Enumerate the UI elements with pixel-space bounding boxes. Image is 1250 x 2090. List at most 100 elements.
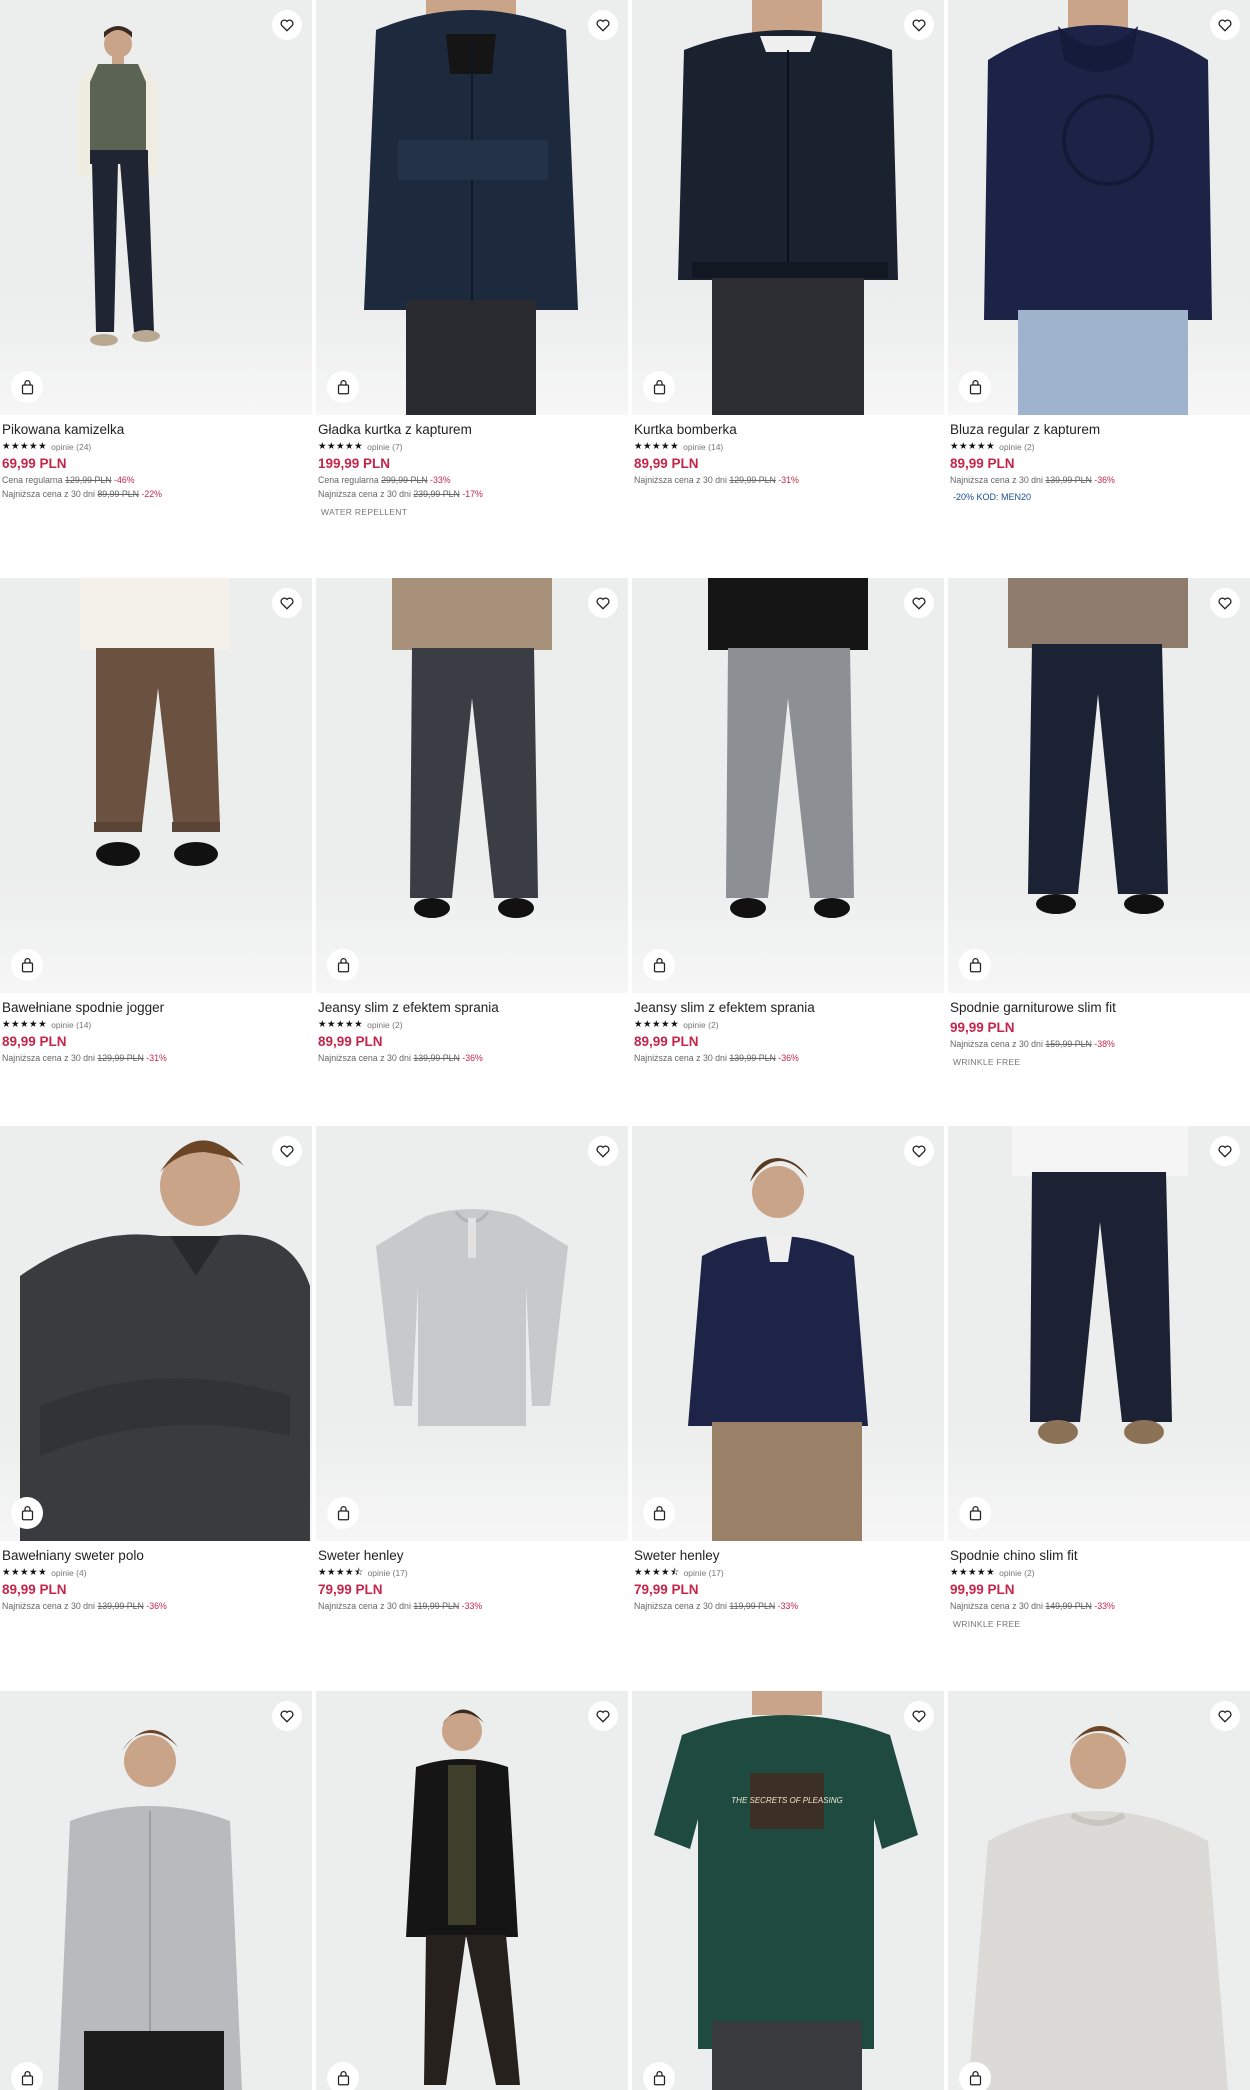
add-to-cart-button[interactable] (11, 2062, 43, 2090)
product-photo[interactable] (0, 1126, 312, 1541)
product-card[interactable]: Bluza regular z kapturem ★★★★★ opinie (2)… (948, 0, 1250, 502)
add-to-wishlist-button[interactable] (588, 1701, 618, 1731)
product-card[interactable]: Gładka kurtka z kapturem ★★★★★ opinie (7)… (316, 0, 628, 517)
add-to-cart-button[interactable] (643, 2062, 675, 2090)
current-price: 79,99 PLN (318, 1582, 383, 1597)
product-photo[interactable] (316, 1126, 628, 1541)
add-to-cart-button[interactable] (11, 949, 43, 981)
product-name[interactable]: Sweter henley (318, 1548, 626, 1564)
add-to-wishlist-button[interactable] (904, 10, 934, 40)
product-photo[interactable] (316, 578, 628, 993)
product-card[interactable]: Jeansy slim z efektem sprania ★★★★★ opini… (632, 578, 944, 1064)
product-card[interactable]: Kurtka bomberka ★★★★★ opinie (14) 89,99 P… (632, 0, 944, 486)
product-name[interactable]: Bawełniane spodnie jogger (2, 1000, 310, 1016)
add-to-cart-button[interactable] (643, 1497, 675, 1529)
add-to-cart-button[interactable] (959, 371, 991, 403)
product-name[interactable]: Spodnie chino slim fit (950, 1548, 1248, 1564)
heart-icon (596, 1710, 610, 1723)
product-name[interactable]: Gładka kurtka z kapturem (318, 422, 626, 438)
product-card[interactable]: Bawełniane spodnie jogger ★★★★★ opinie (1… (0, 578, 312, 1064)
product-name[interactable]: Spodnie garniturowe slim fit (950, 1000, 1248, 1016)
review-count[interactable]: opinie (7) (367, 442, 402, 452)
product-photo[interactable] (0, 0, 312, 415)
review-count[interactable]: opinie (24) (51, 442, 91, 452)
product-photo[interactable] (316, 0, 628, 415)
add-to-cart-button[interactable] (327, 371, 359, 403)
henley-sweater-model-image (688, 1158, 868, 1541)
product-card[interactable] (0, 1691, 312, 2090)
add-to-cart-button[interactable] (959, 949, 991, 981)
add-to-wishlist-button[interactable] (1210, 588, 1240, 618)
review-count[interactable]: opinie (17) (684, 1568, 724, 1578)
product-name[interactable]: Jeansy slim z efektem sprania (318, 1000, 626, 1016)
review-count[interactable]: opinie (14) (51, 1020, 91, 1030)
product-name[interactable]: Bluza regular z kapturem (950, 422, 1248, 438)
add-to-cart-button[interactable] (959, 1497, 991, 1529)
review-count[interactable]: opinie (17) (368, 1568, 408, 1578)
product-photo[interactable] (632, 0, 944, 415)
review-count[interactable]: opinie (4) (51, 1568, 86, 1578)
add-to-wishlist-button[interactable] (272, 1136, 302, 1166)
suit-pants-image (1008, 578, 1188, 914)
add-to-wishlist-button[interactable] (1210, 10, 1240, 40)
product-photo[interactable] (0, 578, 312, 993)
product-photo[interactable] (316, 1691, 628, 2090)
add-to-cart-button[interactable] (327, 949, 359, 981)
lowest-price-line: Najniższa cena z 30 dni 119,99 PLN -33% (318, 1601, 483, 1611)
review-count[interactable]: opinie (2) (999, 1568, 1034, 1578)
product-card[interactable]: Spodnie garniturowe slim fit 99,99 PLN N… (948, 578, 1250, 1067)
product-photo[interactable] (632, 578, 944, 993)
product-photo[interactable]: THE SECRETS OF PLEASING (632, 1691, 944, 2090)
product-photo[interactable] (632, 1126, 944, 1541)
add-to-wishlist-button[interactable] (588, 1136, 618, 1166)
review-count[interactable]: opinie (14) (683, 442, 723, 452)
product-card[interactable]: Pikowana kamizelka ★★★★★ opinie (24) 69,9… (0, 0, 312, 500)
add-to-wishlist-button[interactable] (272, 1701, 302, 1731)
product-card[interactable]: Sweter henley ★★★★⯪ opinie (17) 79,99 PLN… (316, 1126, 628, 1612)
product-card[interactable]: Sweter henley ★★★★⯪ opinie (17) 79,99 PLN… (632, 1126, 944, 1612)
product-photo[interactable] (948, 1691, 1250, 2090)
product-card[interactable]: THE SECRETS OF PLEASING (632, 1691, 944, 2090)
add-to-wishlist-button[interactable] (588, 588, 618, 618)
product-name[interactable]: Bawełniany sweter polo (2, 1548, 310, 1564)
heart-icon (280, 597, 294, 610)
add-to-cart-button[interactable] (11, 1497, 43, 1529)
product-card[interactable]: Bawełniany sweter polo ★★★★★ opinie (4) 8… (0, 1126, 312, 1612)
add-to-cart-button[interactable] (11, 371, 43, 403)
product-name[interactable]: Pikowana kamizelka (2, 422, 310, 438)
add-to-wishlist-button[interactable] (1210, 1701, 1240, 1731)
add-to-wishlist-button[interactable] (904, 1136, 934, 1166)
shopping-bag-icon (337, 1505, 349, 1520)
add-to-wishlist-button[interactable] (272, 588, 302, 618)
product-card[interactable]: Jeansy slim z efektem sprania ★★★★★ opini… (316, 578, 628, 1064)
product-photo[interactable] (948, 1126, 1250, 1541)
add-to-cart-button[interactable] (643, 371, 675, 403)
add-to-wishlist-button[interactable] (904, 588, 934, 618)
add-to-wishlist-button[interactable] (1210, 1136, 1240, 1166)
product-name[interactable]: Jeansy slim z efektem sprania (634, 1000, 942, 1016)
review-count[interactable]: opinie (2) (999, 442, 1034, 452)
product-card[interactable] (948, 1691, 1250, 2090)
product-card[interactable] (316, 1691, 628, 2090)
shopping-bag-icon (337, 2070, 349, 2085)
review-count[interactable]: opinie (2) (683, 1020, 718, 1030)
review-count[interactable]: opinie (2) (367, 1020, 402, 1030)
add-to-wishlist-button[interactable] (588, 10, 618, 40)
product-name[interactable]: Sweter henley (634, 1548, 942, 1564)
heart-icon (280, 1710, 294, 1723)
product-name[interactable]: Kurtka bomberka (634, 422, 942, 438)
black-jacket-image (406, 1709, 520, 2085)
product-photo[interactable] (948, 0, 1250, 415)
product-card[interactable]: Spodnie chino slim fit ★★★★★ opinie (2) 9… (948, 1126, 1250, 1629)
heart-icon (1218, 19, 1232, 32)
add-to-cart-button[interactable] (327, 1497, 359, 1529)
product-photo[interactable] (948, 578, 1250, 993)
promo-code-badge: -20% KOD: MEN20 (953, 492, 1032, 502)
rating-stars-icon: ★★★★★ (318, 1018, 364, 1030)
add-to-cart-button[interactable] (327, 2062, 359, 2090)
add-to-cart-button[interactable] (643, 949, 675, 981)
add-to-cart-button[interactable] (959, 2062, 991, 2090)
add-to-wishlist-button[interactable] (272, 10, 302, 40)
product-photo[interactable] (0, 1691, 312, 2090)
add-to-wishlist-button[interactable] (904, 1701, 934, 1731)
